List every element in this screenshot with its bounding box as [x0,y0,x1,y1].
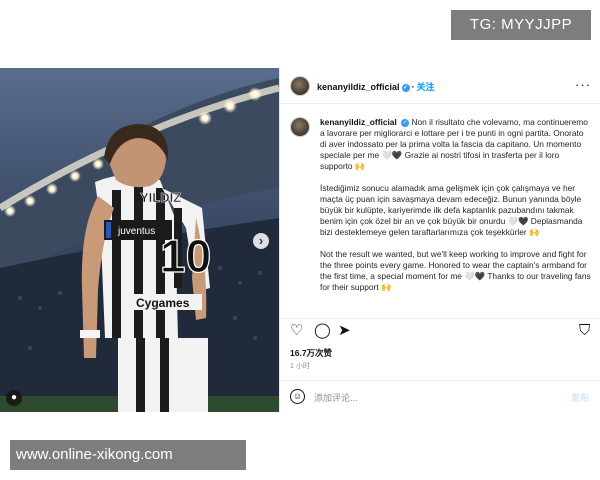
jersey-number: 10 [160,230,211,282]
likes-count[interactable]: 16.7万次赞 [290,347,332,359]
caption-paragraph-turkish: İstediğimiz sonucu alamadık ama gelişmek… [320,183,583,237]
separator-dot: · [411,82,415,92]
caption-text: kenanyildiz_official ✓ Non il risultato … [320,117,592,304]
like-heart-icon[interactable]: ♡ [290,323,303,338]
post-photo[interactable]: juventus YILDIZ 10 Cygames › ● [0,68,279,412]
follow-button[interactable]: 关注 [417,82,435,92]
bookmark-icon[interactable]: ⛉ [579,323,590,338]
more-options-icon[interactable]: ··· [575,77,591,92]
caption-avatar[interactable] [290,117,310,137]
header-username[interactable]: kenanyildiz_official [317,82,400,92]
watermark-top: TG: MYYJJPP [451,10,591,40]
caption-verified-badge-icon: ✓ [401,118,410,127]
post-detail-pane: kenanyildiz_official ✓ · 关注 ··· kenanyildiz… [279,68,600,412]
post-caption: kenanyildiz_official ✓ Non il risultato … [280,105,600,317]
caption-username[interactable]: kenanyildiz_official [320,117,397,127]
action-bar: ♡ ◯ ➤ ⛉ [280,318,600,340]
comment-input[interactable]: 添加评论... [314,391,358,404]
next-photo-chevron-icon[interactable]: › [253,233,269,249]
jersey-sponsor: Cygames [136,296,190,310]
emoji-picker-icon[interactable]: ☺ [290,389,305,404]
comment-bubble-icon[interactable]: ◯ [314,323,331,338]
post-header: kenanyildiz_official ✓ · 关注 ··· [280,68,600,104]
watermark-bottom: www.online-xikong.com [10,440,246,470]
tagged-user-icon[interactable]: ● [6,390,22,406]
header-avatar[interactable] [290,76,310,96]
verified-badge-icon: ✓ [401,83,410,92]
instagram-post: juventus YILDIZ 10 Cygames › ● kenanyild… [0,68,600,412]
player-photo: juventus YILDIZ 10 Cygames [0,68,279,412]
comment-bar: ☺ 添加评论... 发布 [280,380,600,412]
share-send-icon[interactable]: ➤ [338,323,351,338]
caption-paragraph-italian: kenanyildiz_official ✓ Non il risultato … [320,117,592,172]
armband-text: juventus [117,226,155,237]
post-time-ago: 1 小时 [290,363,310,370]
jersey-name: YILDIZ [140,190,181,205]
caption-paragraph-english: Not the result we wanted, but we'll keep… [320,249,591,292]
post-comment-button[interactable]: 发布 [571,391,589,404]
